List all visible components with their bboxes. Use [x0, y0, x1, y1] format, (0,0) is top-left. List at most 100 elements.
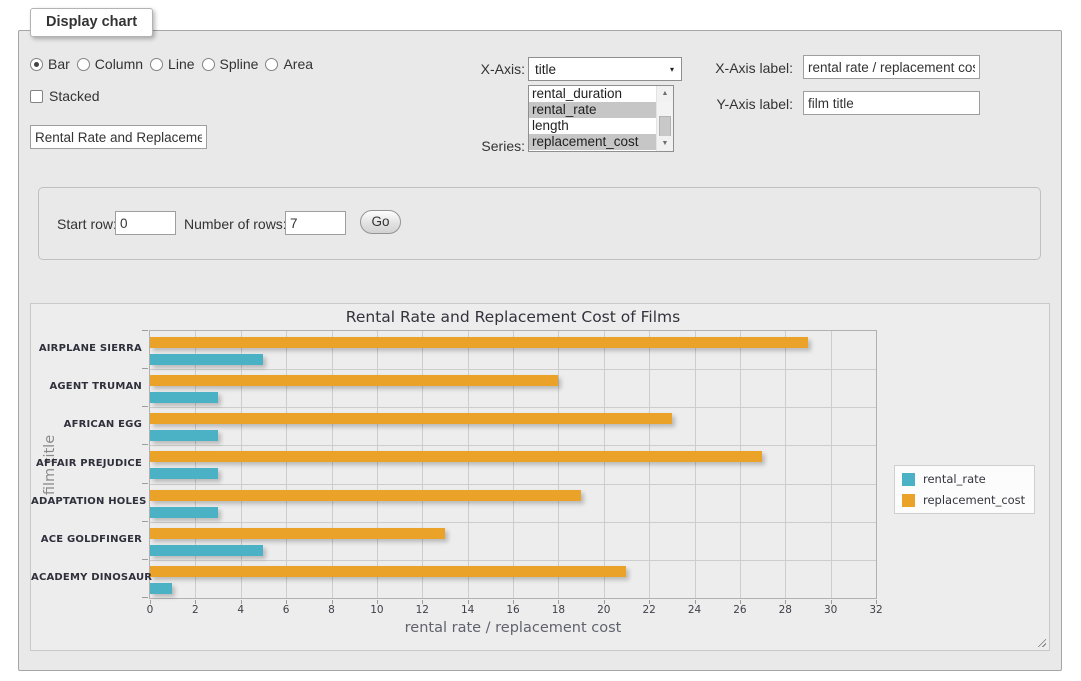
gridline-vertical	[241, 331, 242, 598]
series-label: Series:	[445, 138, 525, 154]
category-label: AFRICAN EGG	[31, 419, 142, 430]
bar-rental_rate	[150, 430, 218, 441]
bar-rental_rate	[150, 468, 218, 479]
y-axis-tick	[142, 521, 148, 522]
y-axis-tick	[142, 406, 148, 407]
chart-legend: rental_rate replacement_cost	[894, 465, 1035, 514]
y-axis-label-input[interactable]	[803, 91, 980, 115]
legend-item-replacement-cost: replacement_cost	[902, 493, 1025, 507]
radio-bar-icon[interactable]	[30, 58, 43, 71]
x-tick-label: 30	[811, 604, 851, 616]
gridline-vertical	[604, 331, 605, 598]
bar-replacement_cost	[150, 413, 672, 424]
x-tick-label: 16	[493, 604, 533, 616]
bar-replacement_cost	[150, 528, 445, 539]
series-option-replacement-cost[interactable]: replacement_cost	[529, 134, 656, 150]
x-tick-label: 4	[221, 604, 261, 616]
y-axis-tick	[142, 330, 148, 331]
start-row-label: Start row:	[57, 216, 117, 232]
bar-rental_rate	[150, 354, 263, 365]
stacked-checkbox[interactable]	[30, 90, 43, 103]
gridline-vertical	[377, 331, 378, 598]
gridline-horizontal	[150, 560, 876, 561]
gridline-vertical	[695, 331, 696, 598]
radio-line-label: Line	[168, 56, 194, 72]
y-axis-tick	[142, 483, 148, 484]
x-axis-label: X-Axis:	[445, 61, 525, 77]
x-tick-label: 20	[584, 604, 624, 616]
x-tick-label: 24	[675, 604, 715, 616]
start-row-input[interactable]	[115, 211, 176, 235]
bar-replacement_cost	[150, 375, 558, 386]
x-axis-label-field-label: X-Axis label:	[705, 60, 793, 76]
gridline-horizontal	[150, 369, 876, 370]
gridline-vertical	[422, 331, 423, 598]
radio-column[interactable]: Column	[77, 56, 143, 72]
bar-rental_rate	[150, 507, 218, 518]
replacement-cost-swatch-icon	[902, 494, 915, 507]
series-listbox[interactable]: rental_duration rental_rate length repla…	[528, 85, 674, 152]
series-option-length[interactable]: length	[529, 118, 656, 134]
radio-area-icon[interactable]	[265, 58, 278, 71]
gridline-vertical	[513, 331, 514, 598]
panel-legend: Display chart	[30, 8, 153, 37]
gridline-vertical	[286, 331, 287, 598]
y-axis-tick	[142, 597, 148, 598]
gridline-vertical	[195, 331, 196, 598]
category-label: ACADEMY DINOSAUR	[31, 572, 142, 583]
x-tick-label: 14	[448, 604, 488, 616]
gridline-horizontal	[150, 445, 876, 446]
category-label: AIRPLANE SIERRA	[31, 343, 142, 354]
bar-replacement_cost	[150, 490, 581, 501]
radio-spline-icon[interactable]	[202, 58, 215, 71]
gridline-vertical	[785, 331, 786, 598]
radio-line-icon[interactable]	[150, 58, 163, 71]
x-tick-label: 10	[357, 604, 397, 616]
x-axis-label-input[interactable]	[803, 55, 980, 79]
y-axis-tick	[142, 368, 148, 369]
radio-spline[interactable]: Spline	[202, 56, 259, 72]
x-axis-select[interactable]: title ▾	[528, 57, 682, 81]
category-label: AGENT TRUMAN	[31, 381, 142, 392]
bar-replacement_cost	[150, 451, 762, 462]
gridline-vertical	[468, 331, 469, 598]
plot-grid	[149, 330, 877, 599]
x-tick-label: 12	[402, 604, 442, 616]
x-tick-label: 32	[856, 604, 896, 616]
radio-column-label: Column	[95, 56, 143, 72]
gridline-vertical	[740, 331, 741, 598]
bar-replacement_cost	[150, 337, 808, 348]
resize-handle-icon[interactable]	[1035, 636, 1046, 647]
y-axis-label-field-label: Y-Axis label:	[705, 96, 793, 112]
go-button[interactable]: Go	[360, 210, 401, 234]
x-axis-selected-value: title	[535, 62, 556, 77]
scroll-up-icon[interactable]: ▲	[657, 86, 673, 101]
series-option-rental-duration[interactable]: rental_duration	[529, 86, 656, 102]
chart-title-input[interactable]	[30, 125, 207, 149]
series-option-rental-rate[interactable]: rental_rate	[529, 102, 656, 118]
radio-column-icon[interactable]	[77, 58, 90, 71]
number-of-rows-input[interactable]	[285, 211, 346, 235]
x-tick-label: 28	[765, 604, 805, 616]
bar-rental_rate	[150, 545, 263, 556]
x-tick-label: 8	[312, 604, 352, 616]
radio-area[interactable]: Area	[265, 56, 313, 72]
radio-spline-label: Spline	[220, 56, 259, 72]
chart-title: Rental Rate and Replacement Cost of Film…	[149, 308, 877, 326]
scrollbar-thumb[interactable]	[659, 116, 671, 137]
chevron-down-icon: ▾	[670, 65, 674, 74]
scroll-down-icon[interactable]: ▼	[657, 136, 673, 151]
listbox-scrollbar[interactable]: ▲ ▼	[656, 86, 673, 151]
category-label: ACE GOLDFINGER	[31, 534, 142, 545]
x-tick-label: 18	[538, 604, 578, 616]
radio-line[interactable]: Line	[150, 56, 194, 72]
rental-rate-swatch-icon	[902, 473, 915, 486]
category-label: AFFAIR PREJUDICE	[31, 458, 142, 469]
radio-area-label: Area	[283, 56, 313, 72]
number-of-rows-label: Number of rows:	[184, 216, 287, 232]
x-tick-label: 0	[130, 604, 170, 616]
bar-replacement_cost	[150, 566, 626, 577]
gridline-horizontal	[150, 407, 876, 408]
radio-bar[interactable]: Bar	[30, 56, 70, 72]
gridline-vertical	[332, 331, 333, 598]
